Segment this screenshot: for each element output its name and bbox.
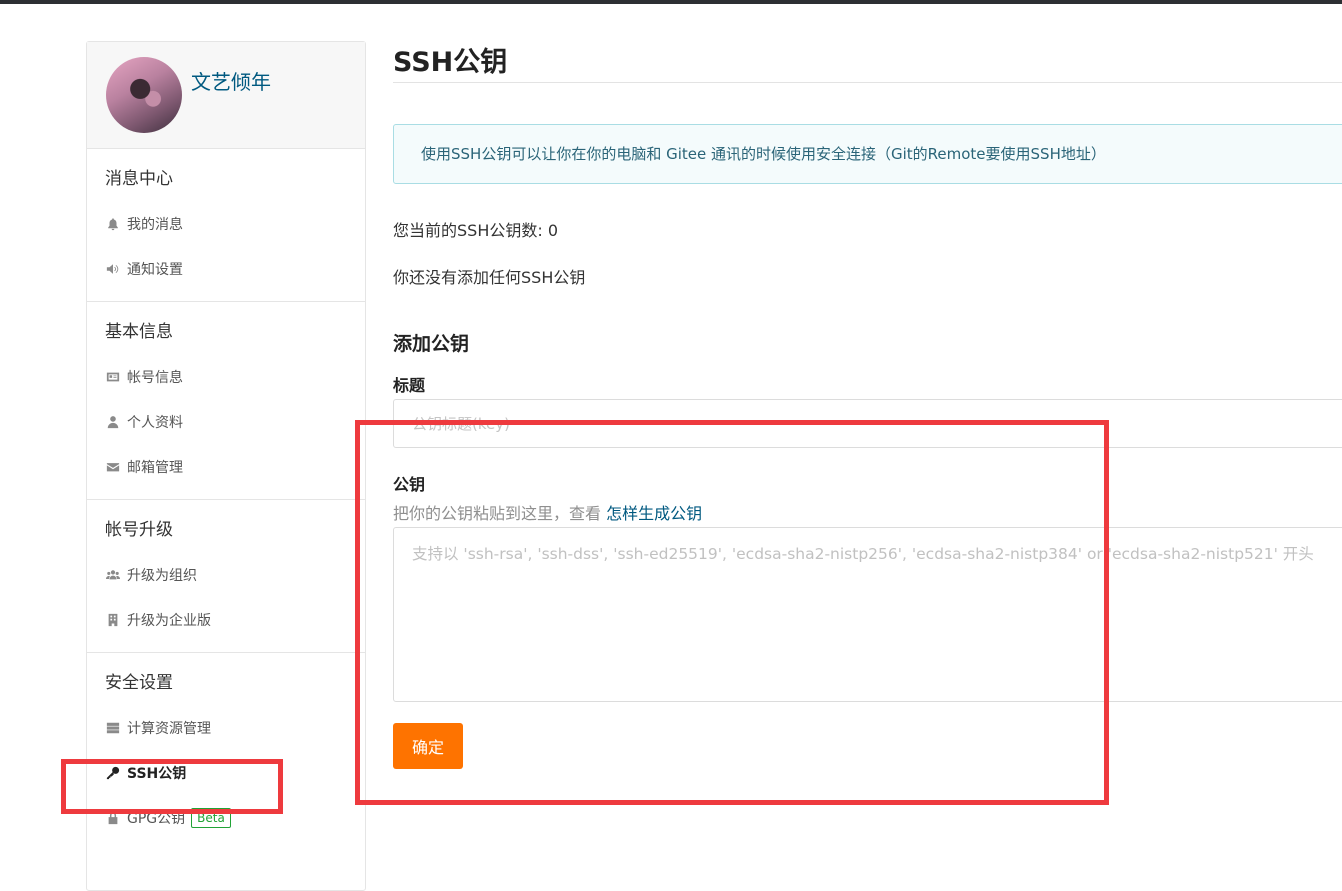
title-divider: [393, 82, 1342, 83]
section-title: 帐号升级: [105, 520, 173, 540]
page-title: SSH公钥: [393, 47, 508, 78]
info-message: 使用SSH公钥可以让你在你的电脑和 Gitee 通讯的时候使用安全连接（Git的…: [393, 124, 1342, 184]
sidebar-item-label: 帐号信息: [127, 369, 183, 386]
sidebar-item-label: 升级为组织: [127, 567, 197, 584]
sidebar-item-account-info[interactable]: 帐号信息: [87, 354, 365, 399]
key-title-input[interactable]: [393, 399, 1342, 448]
how-to-generate-link[interactable]: 怎样生成公钥: [606, 504, 702, 523]
sidebar-section-basic-info: 基本信息 帐号信息 个人资料 邮箱管理: [87, 302, 365, 500]
sidebar-item-upgrade-org[interactable]: 升级为组织: [87, 552, 365, 597]
key-icon: [105, 766, 121, 780]
public-key-textarea[interactable]: [393, 527, 1342, 702]
sidebar-item-profile[interactable]: 个人资料: [87, 399, 365, 444]
sidebar-item-label: 通知设置: [127, 261, 183, 278]
title-label: 标题: [393, 376, 426, 395]
volume-icon: [105, 262, 121, 276]
section-title: 安全设置: [105, 673, 173, 693]
sidebar-item-gpg-keys[interactable]: GPG公钥 Beta: [87, 795, 365, 840]
sidebar-item-label: 计算资源管理: [127, 720, 211, 737]
sidebar-item-label: 个人资料: [127, 414, 183, 431]
sidebar-item-label: 我的消息: [127, 216, 183, 233]
users-icon: [105, 568, 121, 582]
sidebar-section-upgrade: 帐号升级 升级为组织 升级为企业版: [87, 500, 365, 653]
sidebar-section-security: 安全设置 计算资源管理 SSH公钥 GPG公钥 Beta: [87, 653, 365, 850]
section-title: 消息中心: [105, 169, 173, 189]
sidebar-item-email[interactable]: 邮箱管理: [87, 444, 365, 489]
top-bar: [0, 0, 1342, 4]
sidebar-item-notification-settings[interactable]: 通知设置: [87, 246, 365, 291]
sidebar-item-label: 升级为企业版: [127, 612, 211, 629]
no-keys-text: 你还没有添加任何SSH公钥: [393, 268, 586, 287]
server-icon: [105, 721, 121, 735]
section-title: 基本信息: [105, 322, 173, 342]
add-key-heading: 添加公钥: [393, 333, 470, 355]
id-card-icon: [105, 370, 121, 384]
key-label: 公钥: [393, 475, 426, 494]
sidebar-item-ssh-keys[interactable]: SSH公钥: [87, 750, 365, 795]
sidebar-item-label: SSH公钥: [127, 765, 187, 782]
sidebar-item-compute-resources[interactable]: 计算资源管理: [87, 705, 365, 750]
profile-header: 文艺倾年: [87, 42, 365, 149]
key-hint: 把你的公钥粘贴到这里，查看 怎样生成公钥: [393, 500, 702, 524]
avatar[interactable]: [106, 57, 182, 133]
user-icon: [105, 415, 121, 429]
envelope-icon: [105, 460, 121, 474]
sidebar-item-upgrade-enterprise[interactable]: 升级为企业版: [87, 597, 365, 642]
lock-icon: [105, 811, 121, 825]
username-link[interactable]: 文艺倾年: [191, 66, 271, 95]
key-hint-text: 把你的公钥粘贴到这里，查看: [393, 504, 607, 523]
submit-button[interactable]: 确定: [393, 723, 463, 769]
sidebar-item-label: 邮箱管理: [127, 459, 183, 476]
settings-sidebar: 文艺倾年 消息中心 我的消息 通知设置 基本信息 帐号信息 个人资料 邮箱管理 …: [86, 41, 366, 891]
sidebar-item-my-messages[interactable]: 我的消息: [87, 201, 365, 246]
building-icon: [105, 613, 121, 627]
sidebar-section-messages: 消息中心 我的消息 通知设置: [87, 149, 365, 302]
sidebar-item-label: GPG公钥: [127, 810, 186, 827]
key-count-text: 您当前的SSH公钥数: 0: [393, 221, 559, 240]
bell-icon: [105, 217, 121, 231]
beta-badge: Beta: [191, 807, 231, 828]
